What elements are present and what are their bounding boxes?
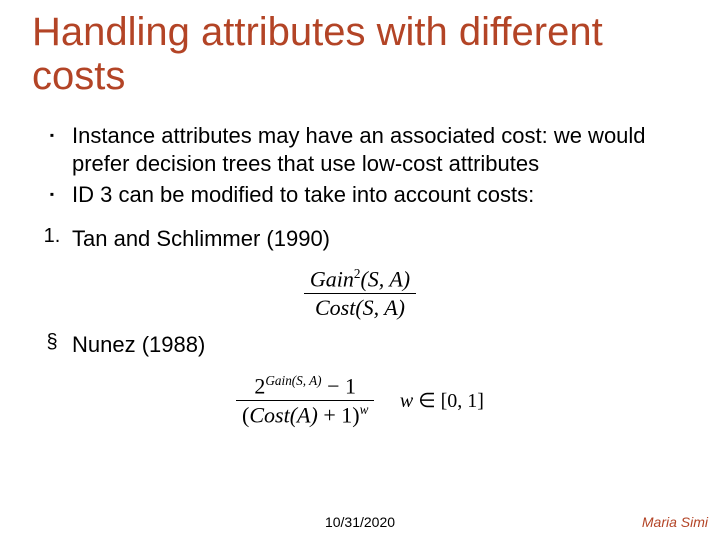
fraction: Gain2(S, A) Cost(S, A) <box>304 266 416 321</box>
fraction: 2Gain(S, A) − 1 (Cost(A) + 1)w <box>236 373 374 429</box>
slide-title: Handling attributes with different costs <box>0 0 672 98</box>
den-plus: + 1) <box>318 402 360 427</box>
formula-tan-schlimmer: Gain2(S, A) Cost(S, A) <box>32 266 688 321</box>
footer-date: 10/31/2020 <box>0 514 720 530</box>
cost-args: (S, A) <box>355 295 405 320</box>
section-item: § Nunez (1988) <box>32 331 688 359</box>
number-marker: 1. <box>32 225 72 248</box>
den-exp: w <box>360 402 369 417</box>
base-two: 2 <box>254 373 265 398</box>
bullet-text: ID 3 can be modified to take into accoun… <box>72 181 688 209</box>
section-marker: § <box>32 331 72 354</box>
den-arg: (A) <box>290 402 318 427</box>
den-cost: Cost <box>249 402 289 427</box>
minus-one: − 1 <box>322 373 356 398</box>
gain-args: (S, A) <box>360 266 410 291</box>
w-var: w <box>400 390 413 412</box>
bullet-icon: ▪ <box>32 181 72 201</box>
bullet-text: Instance attributes may have an associat… <box>72 122 688 177</box>
bullet-item: ▪ ID 3 can be modified to take into acco… <box>32 181 688 209</box>
cost-label: Cost <box>315 295 355 320</box>
formula-nunez: 2Gain(S, A) − 1 (Cost(A) + 1)w w ∈ [0, 1… <box>32 373 688 429</box>
slide-body: ▪ Instance attributes may have an associ… <box>0 98 720 428</box>
bullet-icon: ▪ <box>32 122 72 142</box>
exp-args: (S, A) <box>292 373 322 388</box>
exp-gain: Gain <box>265 373 291 388</box>
section-text: Nunez (1988) <box>72 331 688 359</box>
numbered-item: 1. Tan and Schlimmer (1990) <box>32 225 688 253</box>
w-in: ∈ [0, 1] <box>413 390 484 412</box>
numbered-text: Tan and Schlimmer (1990) <box>72 225 688 253</box>
slide: Handling attributes with different costs… <box>0 0 720 540</box>
w-range: w ∈ [0, 1] <box>400 388 484 413</box>
footer-author: Maria Simi <box>642 514 708 530</box>
bullet-item: ▪ Instance attributes may have an associ… <box>32 122 688 177</box>
gain-label: Gain <box>310 266 354 291</box>
